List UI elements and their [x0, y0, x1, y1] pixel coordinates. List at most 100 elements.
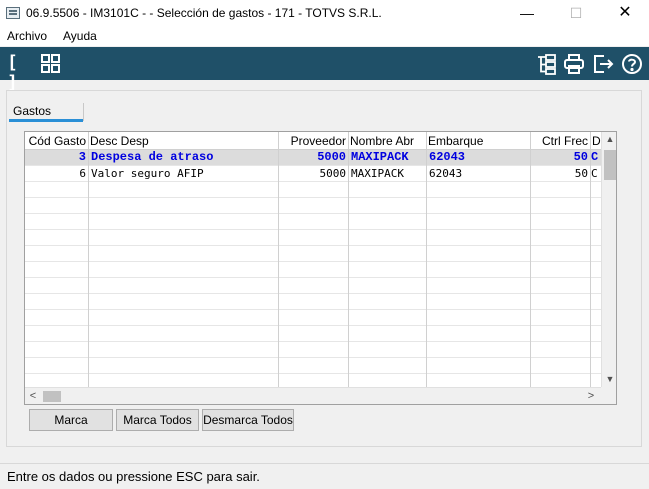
empty-cell	[89, 278, 279, 294]
desmarca-todos-button[interactable]: Desmarca Todos	[202, 409, 294, 431]
brackets-icon[interactable]: [ ]	[7, 53, 29, 93]
menu-archivo[interactable]: Archivo	[7, 29, 47, 43]
empty-cell	[279, 214, 349, 230]
col-d[interactable]: D	[591, 132, 601, 150]
empty-cell	[591, 198, 601, 214]
print-icon[interactable]	[563, 53, 585, 75]
empty-cell	[427, 342, 531, 358]
empty-cell	[25, 326, 89, 342]
empty-table-row[interactable]	[25, 374, 601, 387]
cell-d: C	[591, 150, 599, 164]
empty-cell	[349, 358, 427, 374]
empty-cell	[427, 246, 531, 262]
empty-cell	[591, 214, 601, 230]
empty-table-row[interactable]	[25, 358, 601, 374]
empty-cell	[349, 246, 427, 262]
minimize-button[interactable]: —	[504, 0, 550, 26]
empty-cell	[591, 326, 601, 342]
empty-table-row[interactable]	[25, 342, 601, 358]
empty-table-row[interactable]	[25, 182, 601, 198]
col-cod-gasto[interactable]: Cód Gasto	[25, 132, 89, 150]
empty-cell	[25, 214, 89, 230]
empty-cell	[25, 342, 89, 358]
scroll-up-icon[interactable]: ▲	[602, 132, 616, 146]
cell-embarque: 62043	[427, 150, 531, 166]
empty-cell	[89, 198, 279, 214]
empty-cell	[89, 374, 279, 387]
cell-nombre-abr: MAXIPACK	[349, 150, 427, 166]
cell-proveedor: 5000	[279, 150, 349, 166]
empty-table-row[interactable]	[25, 214, 601, 230]
empty-cell	[25, 182, 89, 198]
empty-table-row[interactable]	[25, 326, 601, 342]
empty-cell	[349, 294, 427, 310]
empty-table-row[interactable]	[25, 262, 601, 278]
empty-cell	[531, 278, 591, 294]
empty-cell	[427, 230, 531, 246]
empty-cell	[89, 358, 279, 374]
empty-cell	[279, 278, 349, 294]
grid-icon[interactable]	[40, 53, 62, 75]
empty-cell	[531, 326, 591, 342]
exit-icon[interactable]	[592, 53, 614, 75]
empty-cell	[349, 374, 427, 387]
empty-cell	[279, 230, 349, 246]
maximize-button[interactable]: ☐	[553, 0, 599, 26]
col-embarque[interactable]: Embarque	[427, 132, 531, 150]
empty-cell	[591, 374, 601, 387]
empty-cell	[427, 198, 531, 214]
vertical-scrollbar[interactable]: ▲ ▼	[601, 132, 616, 387]
empty-cell	[591, 262, 601, 278]
tree-icon[interactable]	[535, 53, 557, 75]
empty-cell	[279, 182, 349, 198]
empty-cell	[531, 246, 591, 262]
empty-table-row[interactable]	[25, 294, 601, 310]
empty-cell	[279, 326, 349, 342]
table-row[interactable]: 3 Despesa de atraso 5000 MAXIPACK 62043 …	[25, 150, 601, 166]
col-nombre-abr[interactable]: Nombre Abr	[349, 132, 427, 150]
vertical-scroll-thumb[interactable]	[604, 150, 616, 180]
empty-cell	[89, 294, 279, 310]
col-desc-desp[interactable]: Desc Desp	[89, 132, 279, 150]
empty-cell	[531, 198, 591, 214]
empty-cell	[349, 310, 427, 326]
cell-proveedor: 5000	[279, 166, 349, 182]
col-proveedor[interactable]: Proveedor	[279, 132, 349, 150]
toolbar: [ ]	[0, 47, 649, 93]
table-row[interactable]: 6 Valor seguro AFIP 5000 MAXIPACK 62043 …	[25, 166, 601, 182]
empty-cell	[25, 294, 89, 310]
empty-table-row[interactable]	[25, 246, 601, 262]
marca-button[interactable]: Marca	[29, 409, 113, 431]
empty-cell	[25, 374, 89, 387]
empty-table-row[interactable]	[25, 198, 601, 214]
empty-cell	[25, 230, 89, 246]
horizontal-scrollbar[interactable]: < >	[25, 387, 601, 404]
empty-cell	[591, 278, 601, 294]
window-title: 06.9.5506 - IM3101C - - Selección de gas…	[26, 6, 382, 20]
empty-cell	[89, 214, 279, 230]
gastos-grid[interactable]: Cód Gasto Desc Desp Proveedor Nombre Abr…	[24, 131, 617, 405]
empty-cell	[591, 182, 601, 198]
grid-body: 3 Despesa de atraso 5000 MAXIPACK 62043 …	[25, 150, 601, 387]
empty-cell	[427, 262, 531, 278]
cell-desc-desp: Despesa de atraso	[89, 150, 279, 166]
empty-cell	[25, 358, 89, 374]
empty-cell	[427, 182, 531, 198]
close-button[interactable]: ✕	[602, 0, 648, 26]
col-ctrl-frec[interactable]: Ctrl Frec	[531, 132, 591, 150]
menu-ayuda[interactable]: Ayuda	[63, 29, 97, 43]
empty-table-row[interactable]	[25, 310, 601, 326]
help-icon[interactable]	[621, 53, 643, 75]
scroll-left-icon[interactable]: <	[25, 388, 41, 404]
empty-table-row[interactable]	[25, 230, 601, 246]
cell-ctrl-frec: 50	[531, 150, 591, 166]
marca-todos-button[interactable]: Marca Todos	[116, 409, 199, 431]
horizontal-scroll-thumb[interactable]	[43, 391, 61, 402]
scroll-down-icon[interactable]: ▼	[602, 372, 616, 386]
empty-cell	[89, 246, 279, 262]
empty-table-row[interactable]	[25, 278, 601, 294]
empty-cell	[89, 262, 279, 278]
empty-cell	[591, 342, 601, 358]
empty-cell	[531, 358, 591, 374]
scroll-right-icon[interactable]: >	[583, 388, 599, 404]
